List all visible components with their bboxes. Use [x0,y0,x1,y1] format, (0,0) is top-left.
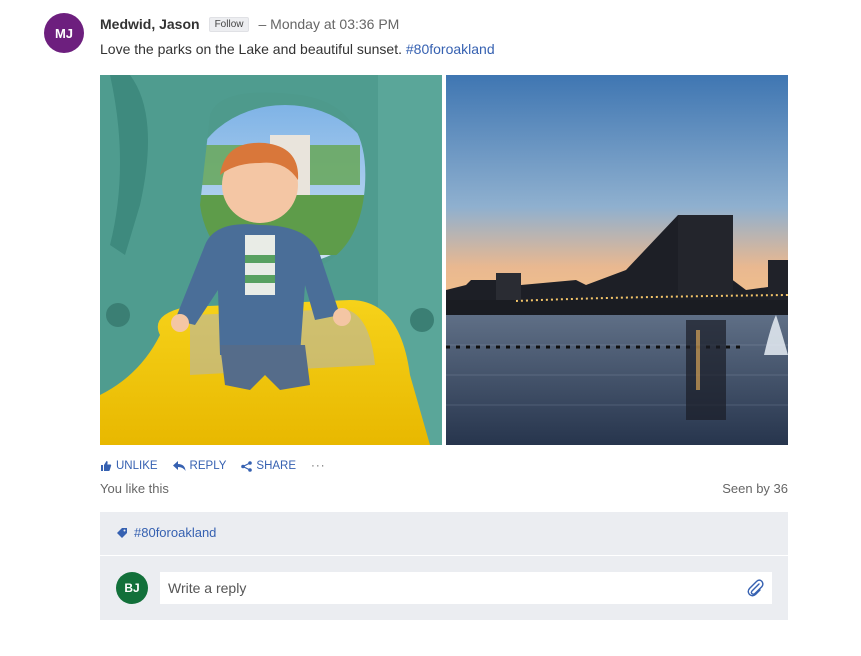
unlike-label: UNLIKE [116,460,158,472]
thumbs-up-icon [101,461,112,471]
post-text: Love the parks on the Lake and beautiful… [100,41,402,57]
post-timestamp[interactable]: – Monday at 03:36 PM [258,16,399,32]
photo-child-on-slide[interactable] [100,75,442,445]
lake-sunset-image [446,75,788,445]
reply-input[interactable] [160,572,772,604]
share-label: SHARE [256,460,297,472]
attach-button[interactable] [746,578,764,603]
author-name[interactable]: Medwid, Jason [100,16,200,32]
photo-lake-sunset[interactable] [446,75,788,445]
reply-label: REPLY [189,460,227,472]
post-header: Medwid, Jason Follow – Monday at 03:36 P… [100,15,399,33]
child-slide-image [100,75,442,445]
seen-by-count[interactable]: Seen by 36 [722,481,788,496]
likes-summary[interactable]: You like this [100,481,169,496]
paperclip-icon [747,579,764,597]
unlike-button[interactable]: UNLIKE [100,460,158,472]
reply-composer: BJ [100,556,788,620]
post-hashtag-link[interactable]: #80foroakland [406,41,495,57]
reply-arrow-icon [172,460,186,471]
topic-tag[interactable]: #80foroakland [117,525,216,540]
share-icon [241,460,253,472]
more-options-icon: ··· [311,460,326,472]
post-actions: UNLIKE REPLY SHARE ··· [100,458,341,474]
current-user-initials: BJ [124,581,140,595]
author-avatar[interactable]: MJ [44,13,84,53]
reply-button[interactable]: REPLY [172,460,227,472]
topic-label: #80foroakland [134,525,217,540]
share-button[interactable]: SHARE [241,460,296,472]
topics-bar: #80foroakland [100,512,788,555]
follow-button[interactable]: Follow [208,16,250,32]
current-user-avatar: BJ [116,572,148,604]
author-initials: MJ [54,25,74,41]
tag-icon [117,527,127,538]
more-options-button[interactable]: ··· [311,460,326,472]
post-body: Love the parks on the Lake and beautiful… [100,41,495,57]
